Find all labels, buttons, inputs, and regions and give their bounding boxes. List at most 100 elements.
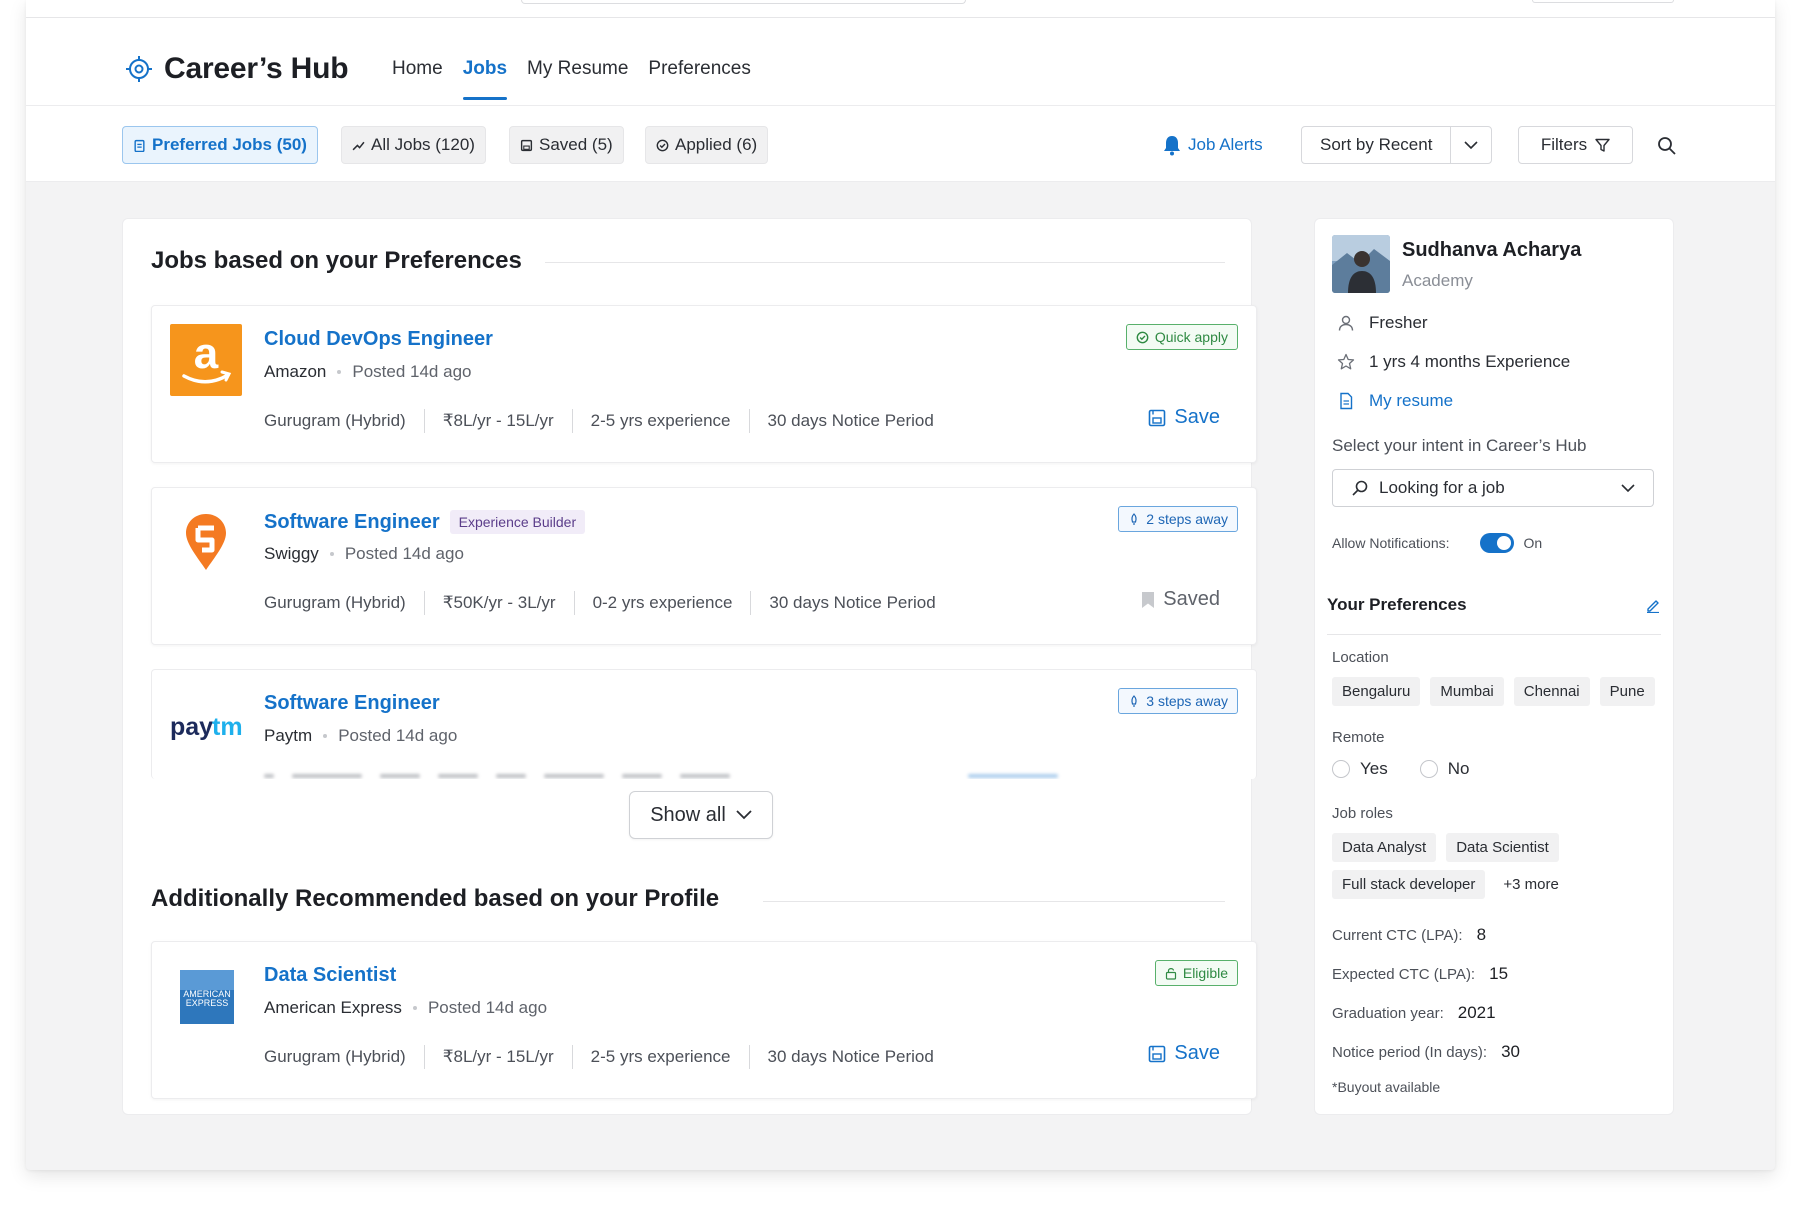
intent-select[interactable]: Looking for a job bbox=[1332, 469, 1654, 507]
company-name: Swiggy bbox=[264, 544, 319, 563]
current-ctc-value: 8 bbox=[1476, 925, 1487, 944]
chevron-down-icon bbox=[1621, 483, 1635, 492]
separator-dot bbox=[323, 734, 328, 738]
chip-saved[interactable]: Saved (5) bbox=[509, 126, 624, 164]
job-salary: ₹50K/yr - 3L/yr bbox=[442, 593, 556, 612]
check-circle-icon bbox=[1136, 331, 1149, 343]
intent-label: Select your intent in Career’s Hub bbox=[1332, 436, 1587, 455]
swiggy-logo-icon bbox=[186, 514, 226, 570]
document-icon bbox=[1340, 392, 1353, 410]
show-all-button[interactable]: Show all bbox=[629, 791, 773, 839]
job-meta: Gurugram (Hybrid) ₹50K/yr - 3L/yr 0-2 yr… bbox=[264, 591, 936, 615]
brand[interactable]: Career’s Hub bbox=[126, 52, 349, 86]
save-button[interactable]: Save bbox=[1148, 406, 1220, 429]
profile-experience: 1 yrs 4 months Experience bbox=[1337, 352, 1570, 372]
separator-dot bbox=[337, 370, 342, 374]
saved-label: Saved bbox=[1163, 588, 1220, 610]
chip-all-jobs[interactable]: All Jobs (120) bbox=[341, 126, 486, 164]
nav-jobs[interactable]: Jobs bbox=[462, 58, 508, 100]
posted-date: Posted 14d ago bbox=[338, 726, 458, 745]
more-roles-link[interactable]: +3 more bbox=[1495, 870, 1566, 899]
save-button[interactable]: Save bbox=[1148, 1042, 1220, 1065]
remote-label: Remote bbox=[1332, 729, 1385, 746]
steps-away-badge[interactable]: 3 steps away bbox=[1118, 688, 1238, 714]
remote-no-label: No bbox=[1447, 759, 1470, 778]
notice-value: 30 bbox=[1501, 1042, 1520, 1061]
star-icon bbox=[1337, 353, 1355, 370]
job-card[interactable]: pay tm Software Engineer Paytm Posted 14… bbox=[151, 669, 1257, 779]
remote-yes-radio[interactable] bbox=[1332, 760, 1350, 778]
saved-button[interactable]: Saved bbox=[1141, 588, 1220, 611]
location-pills: Bengaluru Mumbai Chennai Pune bbox=[1332, 677, 1655, 706]
bookmark-icon bbox=[1142, 591, 1155, 608]
job-company-line: Paytm Posted 14d ago bbox=[264, 726, 457, 746]
remote-yes-label: Yes bbox=[1360, 759, 1388, 778]
job-notice: 30 days Notice Period bbox=[769, 593, 936, 612]
current-ctc-label: Current CTC (LPA): bbox=[1332, 926, 1463, 944]
paytm-logo-icon: pay tm bbox=[170, 713, 242, 741]
job-title[interactable]: Cloud DevOps Engineer bbox=[264, 328, 493, 351]
nav-home[interactable]: Home bbox=[392, 58, 443, 100]
badge-label: 3 steps away bbox=[1146, 693, 1228, 709]
job-card[interactable]: Software Engineer Experience Builder Swi… bbox=[151, 487, 1257, 645]
graduation-label: Graduation year: bbox=[1332, 1004, 1444, 1022]
remote-no-radio[interactable] bbox=[1419, 760, 1438, 778]
separator-dot bbox=[412, 1006, 417, 1010]
search-icon[interactable] bbox=[1656, 135, 1678, 157]
job-meta: Gurugram (Hybrid) ₹8L/yr - 15L/yr 2-5 yr… bbox=[264, 1045, 934, 1069]
jobs-panel: Jobs based on your Preferences a Cloud D… bbox=[122, 218, 1257, 1115]
chip-label: Preferred Jobs (50) bbox=[152, 135, 307, 154]
notifications-label: Allow Notifications: bbox=[1332, 535, 1450, 551]
experience-builder-tag: Experience Builder bbox=[449, 510, 586, 534]
job-notice: 30 days Notice Period bbox=[767, 411, 934, 430]
blurred-meta bbox=[264, 774, 1224, 779]
job-meta: Gurugram (Hybrid) ₹8L/yr - 15L/yr 2-5 yr… bbox=[264, 409, 934, 433]
job-title[interactable]: Software Engineer Experience Builder bbox=[264, 510, 586, 534]
job-card[interactable]: a Cloud DevOps Engineer Amazon Posted 14… bbox=[151, 305, 1257, 463]
nav-preferences[interactable]: Preferences bbox=[648, 58, 750, 100]
rocket-icon bbox=[1131, 694, 1137, 707]
job-title[interactable]: Software Engineer bbox=[264, 692, 440, 715]
steps-away-badge[interactable]: 2 steps away bbox=[1118, 506, 1238, 532]
job-salary: ₹8L/yr - 15L/yr bbox=[442, 1047, 554, 1066]
graduation-year: Graduation year: 2021 bbox=[1332, 1003, 1496, 1023]
remote-options: Yes No bbox=[1332, 759, 1469, 779]
divider bbox=[763, 901, 1225, 902]
job-location: Gurugram (Hybrid) bbox=[264, 1047, 406, 1066]
svg-text:a: a bbox=[194, 329, 219, 378]
company-name: Amazon bbox=[264, 362, 327, 381]
profile-panel: Sudhanva Acharya Academy Fresher 1 yrs 4… bbox=[1314, 218, 1674, 1115]
profile-org: Academy bbox=[1402, 271, 1473, 290]
sort-dropdown[interactable]: Sort by Recent bbox=[1301, 126, 1493, 164]
buyout-note: *Buyout available bbox=[1332, 1079, 1441, 1095]
job-company-line: Swiggy Posted 14d ago bbox=[264, 544, 464, 564]
job-alerts-button[interactable]: Job Alerts bbox=[1162, 134, 1263, 156]
edit-icon[interactable] bbox=[1645, 597, 1661, 613]
filters-button[interactable]: Filters bbox=[1518, 126, 1633, 164]
chip-label: Applied (6) bbox=[675, 135, 758, 154]
separator-dot bbox=[329, 552, 334, 556]
notifications-toggle[interactable] bbox=[1479, 533, 1514, 553]
job-card[interactable]: AMERICAN EXPRESS Data Scientist American… bbox=[151, 941, 1257, 1099]
location-pill: Chennai bbox=[1513, 677, 1590, 706]
job-title-text: Cloud DevOps Engineer bbox=[264, 328, 493, 350]
chevron-down-icon[interactable] bbox=[1451, 127, 1491, 163]
chip-applied[interactable]: Applied (6) bbox=[645, 126, 769, 164]
location-pill: Bengaluru bbox=[1332, 677, 1421, 706]
eligible-badge[interactable]: Eligible bbox=[1154, 960, 1238, 986]
job-title[interactable]: Data Scientist bbox=[264, 964, 396, 987]
browser-top-strip bbox=[26, 0, 1775, 18]
notice-label: Notice period (In days): bbox=[1332, 1043, 1488, 1061]
main-menu: Home Jobs My Resume Preferences bbox=[392, 58, 771, 100]
current-ctc: Current CTC (LPA): 8 bbox=[1332, 925, 1486, 945]
chip-preferred-jobs[interactable]: Preferred Jobs (50) bbox=[122, 126, 318, 164]
my-resume-link[interactable]: My resume bbox=[1337, 391, 1453, 411]
intent-value: Looking for a job bbox=[1379, 478, 1505, 497]
nav-my-resume[interactable]: My Resume bbox=[527, 58, 628, 100]
experience-text: 1 yrs 4 months Experience bbox=[1369, 352, 1571, 371]
avatar[interactable] bbox=[1332, 235, 1390, 293]
job-role-pill: Data Analyst bbox=[1332, 833, 1437, 862]
quick-apply-badge[interactable]: Quick apply bbox=[1125, 324, 1238, 350]
location-pill: Pune bbox=[1599, 677, 1655, 706]
section-title-preferences: Jobs based on your Preferences bbox=[151, 247, 522, 274]
